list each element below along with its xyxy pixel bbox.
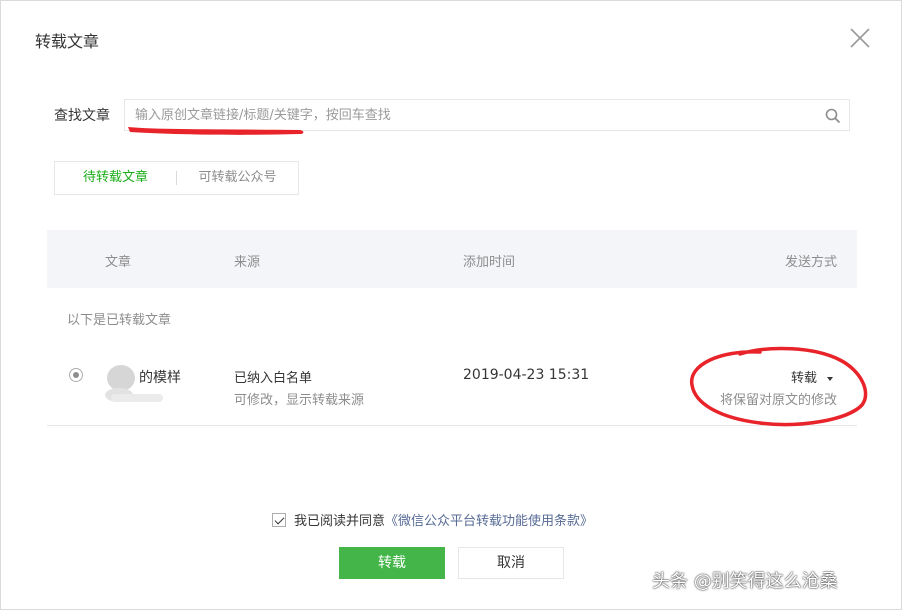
send-mode-dropdown[interactable]: 转载 xyxy=(791,367,833,386)
table-header: 文章 来源 添加时间 发送方式 xyxy=(47,230,857,288)
added-time: 2019-04-23 15:31 xyxy=(463,367,590,383)
agreement: 我已阅读并同意 《微信公众平台转载功能使用条款》 xyxy=(272,510,593,529)
terms-link[interactable]: 《微信公众平台转载功能使用条款》 xyxy=(385,510,593,529)
table-row: 的模样 已纳入白名单 可修改，显示转载来源 2019-04-23 15:31 转… xyxy=(47,346,857,426)
tab-pending-articles[interactable]: 待转载文章 xyxy=(55,162,176,194)
search-icon[interactable] xyxy=(825,108,841,124)
close-icon[interactable] xyxy=(849,27,871,49)
source-note: 可修改，显示转载来源 xyxy=(234,393,365,408)
confirm-transfer-button[interactable]: 转载 xyxy=(339,547,445,579)
row-radio[interactable] xyxy=(69,368,83,382)
article-title: 的模样 xyxy=(139,370,181,386)
chevron-down-icon xyxy=(827,376,833,381)
column-header-source: 来源 xyxy=(234,255,261,270)
cancel-button[interactable]: 取消 xyxy=(458,547,564,579)
column-header-time: 添加时间 xyxy=(463,255,516,270)
agreement-text: 我已阅读并同意 xyxy=(294,514,386,529)
search-box xyxy=(124,99,850,131)
agreement-checkbox[interactable] xyxy=(272,512,286,527)
send-mode-label: 转载 xyxy=(790,371,817,386)
send-mode-note: 将保留对原文的修改 xyxy=(719,393,837,408)
section-note: 以下是已转载文章 xyxy=(67,313,172,328)
transfer-article-dialog: 转载文章 查找文章 待转载文章 可转载公众号 文章 来源 添加时间 发送方式 以… xyxy=(0,0,902,610)
search-input[interactable] xyxy=(125,100,815,130)
column-header-mode: 发送方式 xyxy=(784,255,837,270)
dialog-title: 转载文章 xyxy=(35,32,100,51)
tab-available-accounts[interactable]: 可转载公众号 xyxy=(177,162,298,194)
tab-bar: 待转载文章 可转载公众号 xyxy=(54,161,299,195)
search-label: 查找文章 xyxy=(54,108,110,124)
watermark-text: 头条 @别笑得这么沧桑 xyxy=(652,571,838,592)
source-status: 已纳入白名单 xyxy=(234,371,313,386)
column-header-article: 文章 xyxy=(105,255,132,270)
